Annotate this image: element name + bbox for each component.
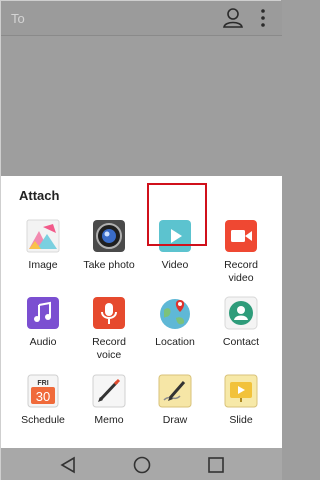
screen: To Attach Image Take photo Video Record …	[0, 0, 282, 480]
slide-icon	[224, 374, 258, 408]
attach-record-voice-label: Record voice	[92, 336, 126, 361]
globe-pin-icon	[160, 299, 190, 329]
video-selection-highlight	[147, 183, 207, 246]
attach-location-option[interactable]: Location	[142, 296, 208, 349]
calendar-day: FRI	[37, 380, 48, 387]
attach-draw-label: Draw	[162, 414, 188, 426]
recent-apps-icon[interactable]	[206, 455, 226, 475]
sheet-title: Attach	[19, 188, 60, 203]
navigation-bar	[1, 448, 282, 480]
attach-audio-label: Audio	[29, 336, 57, 348]
calendar-date: 30	[36, 389, 50, 404]
attach-image-label: Image	[28, 259, 58, 271]
attach-memo-label: Memo	[94, 414, 124, 426]
attach-slide-option[interactable]: Slide	[208, 374, 274, 427]
more-options-icon[interactable]	[258, 8, 268, 28]
recipient-bar: To	[1, 1, 282, 36]
attach-video-label: Video	[161, 259, 189, 271]
contact-icon	[224, 296, 258, 330]
back-icon[interactable]	[58, 455, 78, 475]
memo-icon	[92, 374, 126, 408]
attach-record-video-option[interactable]: Record video	[208, 219, 274, 285]
attach-take-photo-label: Take photo	[83, 259, 135, 271]
attach-contact-label: Contact	[222, 336, 260, 348]
attach-schedule-label: Schedule	[21, 414, 65, 426]
attach-record-video-label: Record video	[224, 259, 258, 284]
attach-draw-option[interactable]: Draw	[142, 374, 208, 427]
attach-record-voice-option[interactable]: Record voice	[76, 296, 142, 362]
attach-audio-option[interactable]: Audio	[10, 296, 76, 349]
attach-contact-option[interactable]: Contact	[208, 296, 274, 349]
home-icon[interactable]	[132, 455, 152, 475]
image-icon	[26, 219, 60, 253]
video-camera-icon	[225, 220, 257, 252]
calendar-icon: FRI 30	[27, 374, 59, 408]
draw-icon	[158, 374, 192, 408]
attach-memo-option[interactable]: Memo	[76, 374, 142, 427]
music-note-icon	[27, 297, 59, 329]
microphone-icon	[93, 297, 125, 329]
to-field[interactable]: To	[11, 11, 25, 26]
attach-location-label: Location	[155, 336, 195, 348]
attach-schedule-option[interactable]: FRI 30 Schedule	[10, 374, 76, 427]
attach-take-photo-option[interactable]: Take photo	[76, 219, 142, 272]
add-contact-icon[interactable]	[222, 7, 244, 29]
attach-sheet: Attach Image Take photo Video Record vid…	[1, 176, 282, 448]
camera-icon	[93, 220, 125, 252]
attach-image-option[interactable]: Image	[10, 219, 76, 272]
attach-slide-label: Slide	[229, 414, 253, 426]
dimmed-background[interactable]	[1, 36, 282, 176]
